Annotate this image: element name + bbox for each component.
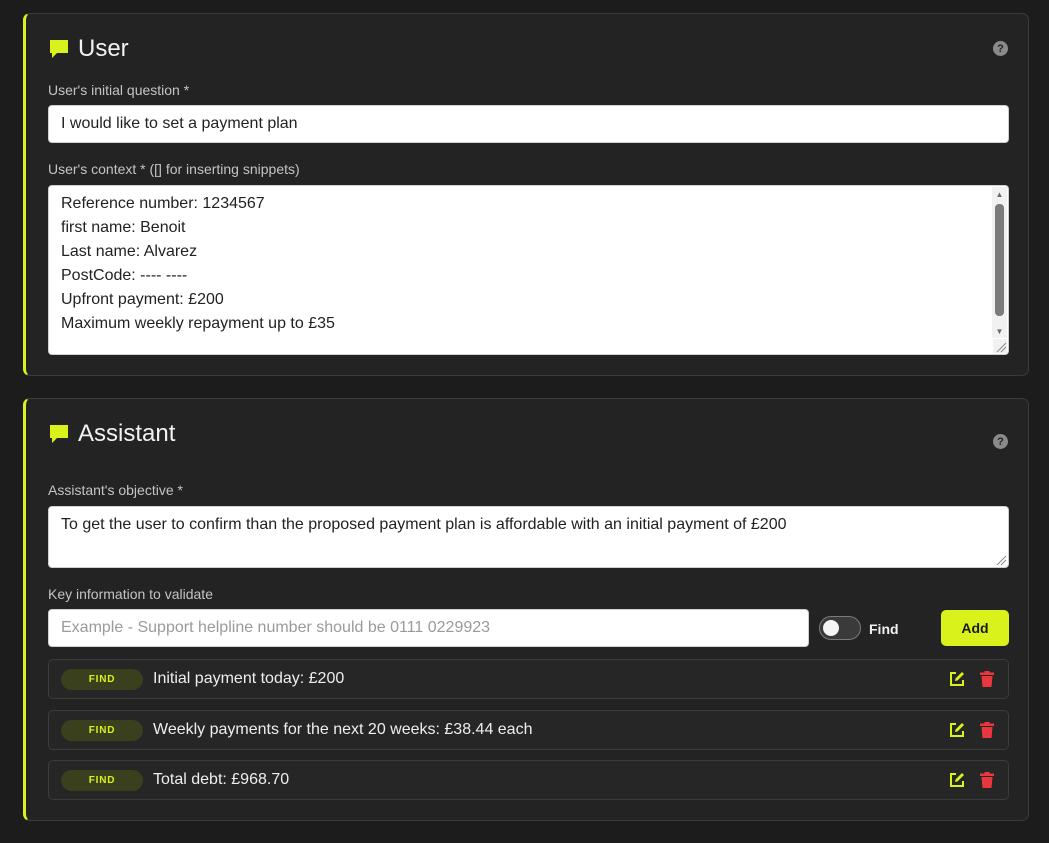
question-input[interactable]: I would like to set a payment plan xyxy=(48,105,1009,143)
trash-icon[interactable] xyxy=(978,721,996,739)
add-button[interactable]: Add xyxy=(941,610,1009,646)
scroll-up-arrow-icon[interactable]: ▲ xyxy=(992,187,1007,201)
toggle-knob xyxy=(823,620,839,636)
resize-grip-icon[interactable] xyxy=(993,552,1007,566)
user-card: User ? User's initial question * I would… xyxy=(23,13,1029,376)
user-title-text: User xyxy=(78,35,129,62)
key-info-row: FIND Weekly payments for the next 20 wee… xyxy=(48,710,1009,750)
objective-value: To get the user to confirm than the prop… xyxy=(61,516,787,533)
question-label: User's initial question * xyxy=(48,82,190,98)
context-line: Last name: Alvarez xyxy=(61,243,198,260)
scroll-thumb[interactable] xyxy=(995,204,1004,316)
key-info-text: Weekly payments for the next 20 weeks: £… xyxy=(153,721,533,738)
edit-icon[interactable] xyxy=(948,771,966,789)
key-info-input[interactable]: Example - Support helpline number should… xyxy=(48,609,809,647)
resize-grip-icon[interactable] xyxy=(993,339,1007,353)
context-line: Reference number: 1234567 xyxy=(61,195,265,212)
context-line: Upfront payment: £200 xyxy=(61,291,224,308)
help-icon[interactable]: ? xyxy=(993,41,1008,56)
question-value: I would like to set a payment plan xyxy=(61,115,298,132)
key-info-label: Key information to validate xyxy=(48,586,213,602)
trash-icon[interactable] xyxy=(978,670,996,688)
key-info-row: FIND Initial payment today: £200 xyxy=(48,659,1009,699)
objective-label: Assistant's objective * xyxy=(48,482,183,498)
context-line: PostCode: ---- ---- xyxy=(61,267,188,284)
context-label: User's context * ([] for inserting snipp… xyxy=(48,161,300,177)
assistant-title-text: Assistant xyxy=(78,420,176,447)
help-icon[interactable]: ? xyxy=(993,434,1008,449)
context-line: Maximum weekly repayment up to £35 xyxy=(61,315,335,332)
edit-icon[interactable] xyxy=(948,670,966,688)
find-badge: FIND xyxy=(61,720,143,741)
assistant-card: Assistant ? Assistant's objective * To g… xyxy=(23,398,1029,821)
find-badge: FIND xyxy=(61,770,143,791)
assistant-card-title: Assistant xyxy=(48,420,175,448)
find-toggle-label: Find xyxy=(869,621,899,637)
edit-icon[interactable] xyxy=(948,721,966,739)
chat-bubble-icon xyxy=(50,425,68,443)
scroll-down-arrow-icon[interactable]: ▼ xyxy=(992,324,1007,338)
key-info-text: Total debt: £968.70 xyxy=(153,771,290,788)
context-scrollbar[interactable]: ▲ ▼ xyxy=(992,187,1007,338)
chat-bubble-icon xyxy=(50,40,68,58)
key-info-text: Initial payment today: £200 xyxy=(153,670,345,687)
context-textarea[interactable]: Reference number: 1234567 first name: Be… xyxy=(48,185,1009,355)
trash-icon[interactable] xyxy=(978,771,996,789)
find-toggle[interactable] xyxy=(819,616,861,640)
user-card-title: User xyxy=(48,35,129,63)
key-info-row: FIND Total debt: £968.70 xyxy=(48,760,1009,800)
context-line: first name: Benoit xyxy=(61,219,186,236)
key-info-placeholder: Example - Support helpline number should… xyxy=(61,619,491,636)
objective-textarea[interactable]: To get the user to confirm than the prop… xyxy=(48,506,1009,568)
find-badge: FIND xyxy=(61,669,143,690)
